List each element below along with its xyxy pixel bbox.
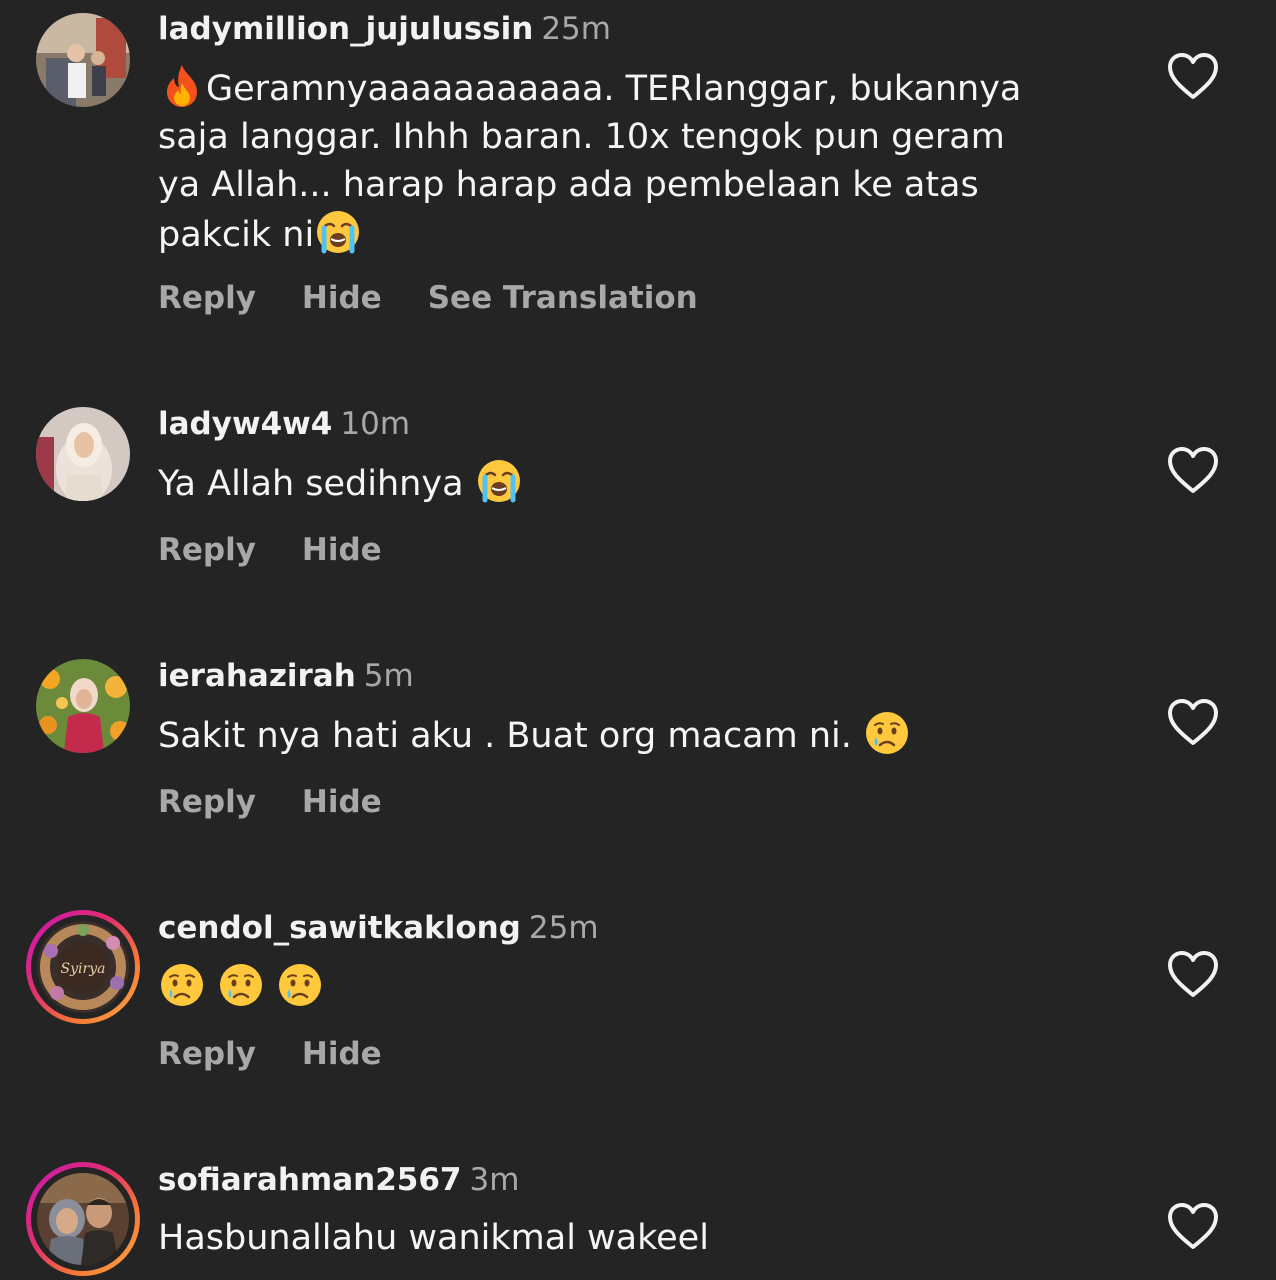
comment-text-line: Geramnyaaaaaaaaaaa. TERlanggar, bukannya xyxy=(206,69,1022,109)
comment-text: Ya Allah sedihnya xyxy=(158,464,475,504)
hide-button[interactable]: Hide xyxy=(302,784,382,820)
comment-text-line: ya Allah... harap harap ada pembelaan ke… xyxy=(158,165,979,205)
avatar-logo-text: Syirya xyxy=(61,961,106,977)
hide-button[interactable]: Hide xyxy=(302,1036,382,1072)
comment-text xyxy=(158,962,1118,1012)
comment-time: 10m xyxy=(340,406,411,442)
username[interactable]: ladymillion_jujulussin xyxy=(158,11,533,47)
sad-tear-emoji xyxy=(864,710,910,756)
see-translation-button[interactable]: See Translation xyxy=(428,280,698,316)
username[interactable]: ladyw4w4 xyxy=(158,406,332,442)
comment-text: Sakit nya hati aku . Buat org macam ni. xyxy=(158,716,864,756)
heart-outline-icon[interactable] xyxy=(1166,445,1220,495)
heart-outline-icon[interactable] xyxy=(1166,697,1220,747)
comment-text: Hasbunallahu wanikmal wakeel xyxy=(158,1218,709,1258)
comment-time: 25m xyxy=(541,11,611,47)
hide-button[interactable]: Hide xyxy=(302,280,382,316)
heart-outline-icon[interactable] xyxy=(1166,51,1220,101)
avatar[interactable] xyxy=(37,1173,129,1265)
reply-button[interactable]: Reply xyxy=(158,280,256,316)
comment-text-line: saja langgar. Ihhh baran. 10x tengok pun… xyxy=(158,117,1005,157)
username[interactable]: cendol_sawitkaklong xyxy=(158,910,521,946)
story-ring[interactable] xyxy=(26,1162,140,1276)
comment-time: 25m xyxy=(528,910,599,946)
crying-face-emoji xyxy=(476,458,522,504)
reply-button[interactable]: Reply xyxy=(158,784,256,820)
heart-outline-icon[interactable] xyxy=(1166,1201,1220,1251)
comment-text: Geramnyaaaaaaaaaaa. TERlanggar, bukannya… xyxy=(158,63,1118,259)
avatar[interactable] xyxy=(36,407,130,501)
username[interactable]: sofiarahman2567 xyxy=(158,1162,462,1198)
crying-face-emoji xyxy=(315,209,361,255)
sad-tear-emoji xyxy=(218,962,264,1008)
reply-button[interactable]: Reply xyxy=(158,1036,256,1072)
hide-button[interactable]: Hide xyxy=(302,532,382,568)
avatar[interactable] xyxy=(36,659,130,753)
comment-time: 3m xyxy=(469,1162,520,1198)
avatar[interactable]: Syirya xyxy=(37,921,129,1013)
reply-button[interactable]: Reply xyxy=(158,532,256,568)
sad-tear-emoji xyxy=(159,962,205,1008)
story-ring[interactable]: Syirya xyxy=(26,910,140,1024)
comment-time: 5m xyxy=(363,658,414,694)
comment-text-line: pakcik ni xyxy=(158,215,315,255)
sad-tear-emoji xyxy=(277,962,323,1008)
heart-outline-icon[interactable] xyxy=(1166,949,1220,999)
username[interactable]: ierahazirah xyxy=(158,658,356,694)
avatar[interactable] xyxy=(36,13,130,107)
fire-emoji xyxy=(159,63,205,109)
